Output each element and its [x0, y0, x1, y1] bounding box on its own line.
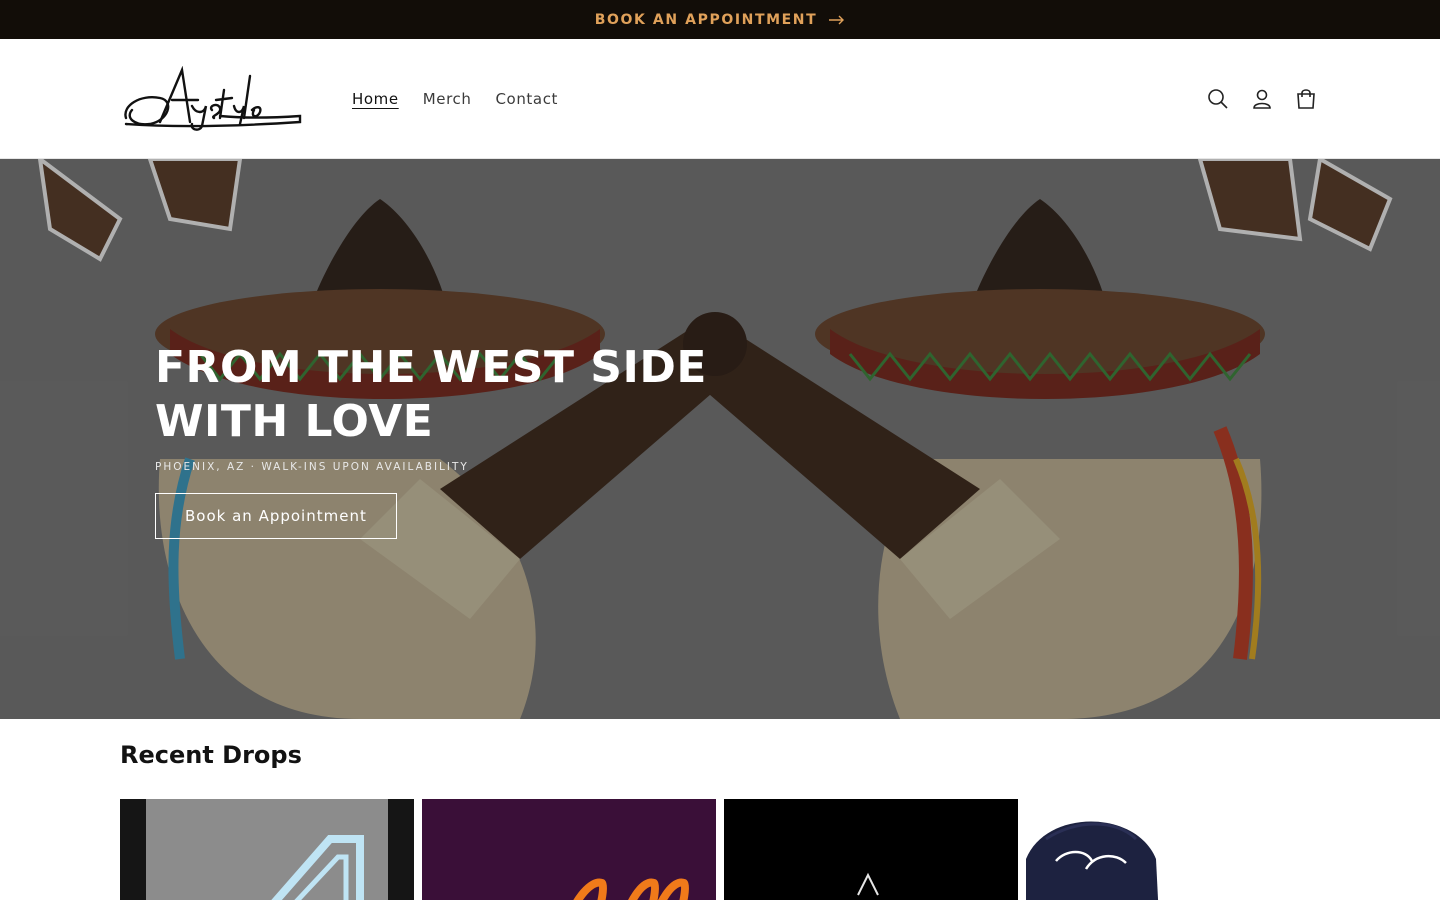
announcement-text: BOOK AN APPOINTMENT — [594, 11, 818, 28]
header-icons — [1204, 85, 1320, 113]
hero-content: FROM THE WEST SIDE WITH LOVE PHOENIX, AZ… — [155, 341, 835, 539]
nav-item-home[interactable]: Home — [340, 84, 411, 114]
account-icon[interactable] — [1248, 85, 1276, 113]
hero-subtitle: PHOENIX, AZ · WALK-INS UPON AVAILABILITY — [155, 461, 469, 473]
product-grid — [120, 799, 1440, 900]
hero-banner: FROM THE WEST SIDE WITH LOVE PHOENIX, AZ… — [0, 159, 1440, 719]
product-card[interactable] — [1026, 799, 1320, 900]
product-card[interactable] — [422, 799, 716, 900]
nav-item-merch[interactable]: Merch — [411, 84, 484, 114]
hero-title: FROM THE WEST SIDE WITH LOVE — [155, 342, 707, 447]
product-card[interactable] — [724, 799, 1018, 900]
search-icon[interactable] — [1204, 85, 1232, 113]
recent-drops-title: Recent Drops — [120, 741, 302, 769]
site-header: Home Merch Contact — [0, 39, 1440, 159]
product-card[interactable] — [120, 799, 414, 900]
nav-item-contact[interactable]: Contact — [483, 84, 570, 114]
cart-icon[interactable] — [1292, 85, 1320, 113]
arrow-right-icon — [829, 15, 845, 25]
announcement-bar: BOOK AN APPOINTMENT — [0, 0, 1440, 39]
main-nav: Home Merch Contact — [340, 84, 570, 114]
book-appointment-button[interactable]: Book an Appointment — [155, 493, 397, 539]
logo[interactable] — [120, 65, 302, 132]
book-appointment-link[interactable]: BOOK AN APPOINTMENT — [595, 12, 846, 28]
